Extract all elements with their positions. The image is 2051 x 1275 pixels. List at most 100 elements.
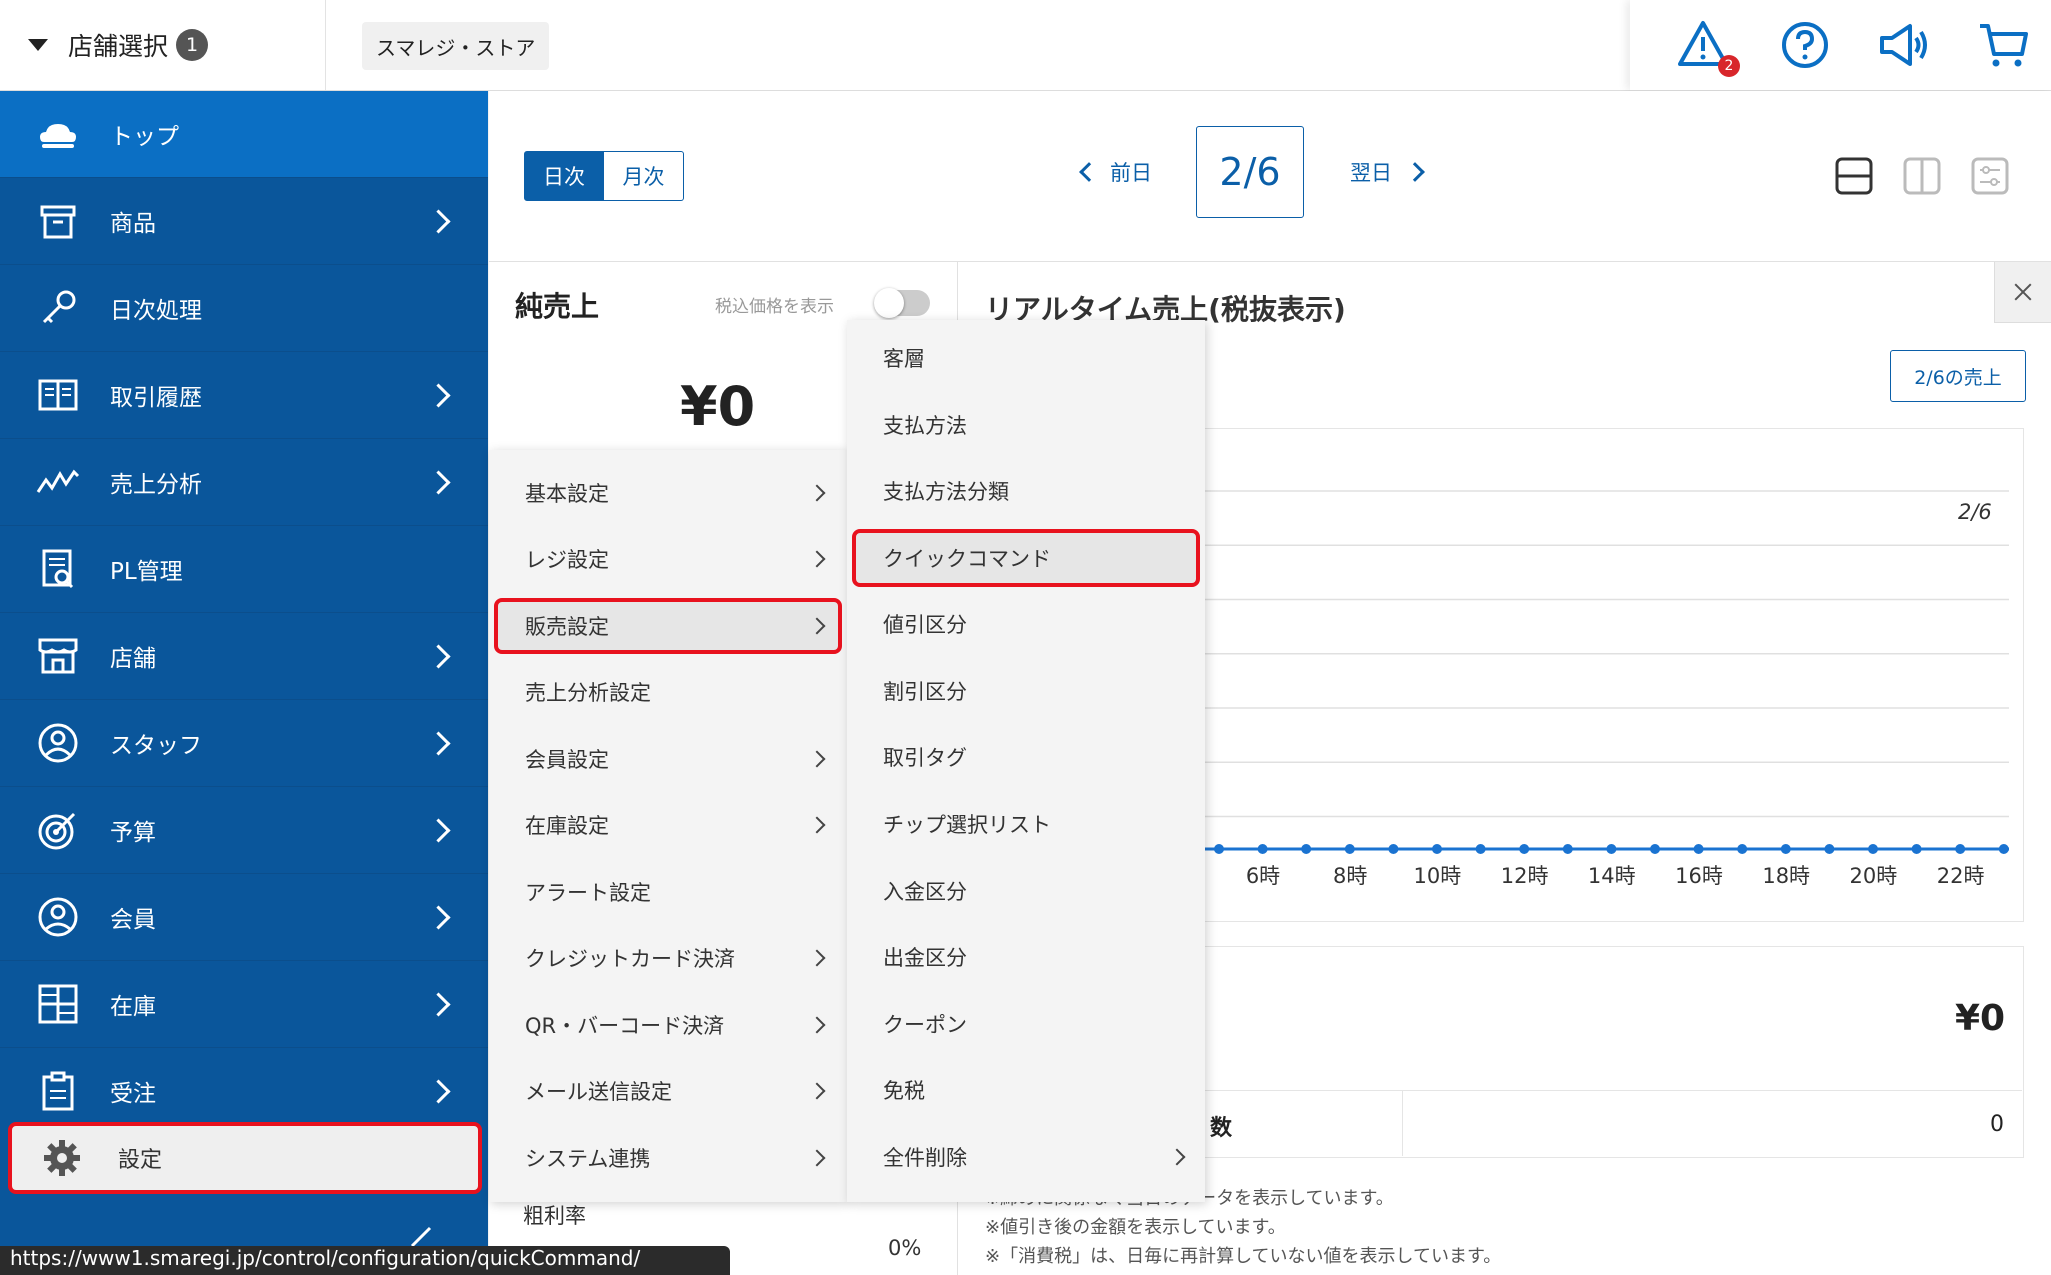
sidebar-item-label: 売上分析 bbox=[110, 472, 202, 498]
sidebar-item-products[interactable]: 商品 bbox=[0, 178, 488, 265]
sidebar-item-budget[interactable]: 予算 bbox=[0, 787, 488, 874]
menu-item-basic-settings[interactable]: 基本設定 bbox=[489, 460, 847, 526]
customize-icon[interactable] bbox=[1971, 157, 2009, 195]
submenu-item-tax-free[interactable]: 免税 bbox=[847, 1057, 1205, 1123]
sidebar-item-label: 店舗 bbox=[110, 646, 156, 672]
monthly-tab[interactable]: 月次 bbox=[604, 151, 684, 201]
layout-horizontal-icon[interactable] bbox=[1835, 157, 1873, 195]
chevron-right-icon bbox=[426, 904, 451, 930]
data-point bbox=[1998, 844, 2009, 854]
book-icon bbox=[38, 379, 78, 411]
submenu-item-quick-command[interactable]: クイックコマンド bbox=[847, 525, 1205, 591]
gear-icon bbox=[44, 1140, 80, 1176]
period-toggle: 日次 月次 bbox=[524, 151, 684, 201]
submenu-item-discount-type[interactable]: 値引区分 bbox=[847, 591, 1205, 657]
x-tick-label: 6時 bbox=[1246, 864, 1280, 888]
x-tick-label: 22時 bbox=[1937, 864, 1985, 888]
sidebar-item-settings[interactable]: 設定 bbox=[8, 1122, 482, 1194]
count-divider bbox=[1402, 1090, 1403, 1156]
menu-item-label: 在庫設定 bbox=[525, 814, 609, 838]
menu-item-label: 免税 bbox=[883, 1079, 925, 1103]
menu-item-label: 取引タグ bbox=[883, 746, 967, 770]
sidebar-item-pl[interactable]: PL管理 bbox=[0, 526, 488, 613]
toggle-knob bbox=[874, 288, 904, 318]
alert-count-badge: 2 bbox=[1718, 55, 1740, 77]
submenu-item-tip-list[interactable]: チップ選択リスト bbox=[847, 791, 1205, 857]
menu-item-label: 値引区分 bbox=[883, 613, 967, 637]
sidebar-item-label: 在庫 bbox=[110, 994, 156, 1020]
sidebar-item-label: 会員 bbox=[110, 907, 156, 933]
submenu-item-coupon[interactable]: クーポン bbox=[847, 991, 1205, 1057]
daily-sales-button[interactable]: 2/6の売上 bbox=[1890, 350, 2026, 402]
layout-vertical-icon[interactable] bbox=[1903, 157, 1941, 195]
help-icon[interactable] bbox=[1778, 18, 1832, 72]
sidebar-item-sales-analysis[interactable]: 売上分析 bbox=[0, 439, 488, 526]
menu-item-label: 割引区分 bbox=[883, 680, 967, 704]
cart-icon[interactable] bbox=[1976, 18, 2030, 72]
data-point bbox=[1432, 844, 1442, 854]
menu-item-sales-analysis-settings[interactable]: 売上分析設定 bbox=[489, 659, 847, 725]
store-count-badge: 1 bbox=[176, 29, 209, 61]
chevron-right-icon bbox=[808, 1016, 826, 1034]
submenu-item-markdown-type[interactable]: 割引区分 bbox=[847, 658, 1205, 724]
cloud-icon bbox=[40, 124, 76, 148]
menu-item-sales-settings[interactable]: 販売設定 bbox=[489, 593, 847, 659]
x-tick-label: 18時 bbox=[1762, 864, 1810, 888]
menu-item-credit-card[interactable]: クレジットカード決済 bbox=[489, 925, 847, 991]
data-point bbox=[1868, 844, 1878, 854]
sidebar-item-staff[interactable]: スタッフ bbox=[0, 700, 488, 787]
sidebar-item-stores[interactable]: 店舗 bbox=[0, 613, 488, 700]
submenu-item-delete-all[interactable]: 全件削除 bbox=[847, 1124, 1205, 1190]
menu-item-label: 支払方法 bbox=[883, 414, 967, 438]
sidebar-item-inventory[interactable]: 在庫 bbox=[0, 961, 488, 1048]
menu-item-alert-settings[interactable]: アラート設定 bbox=[489, 859, 847, 925]
sidebar-item-transactions[interactable]: 取引履歴 bbox=[0, 352, 488, 439]
submenu-item-payment-method[interactable]: 支払方法 bbox=[847, 392, 1205, 458]
sidebar-item-daily[interactable]: 日次処理 bbox=[0, 265, 488, 352]
x-tick-label: 14時 bbox=[1588, 864, 1636, 888]
current-date-button[interactable]: 2/6 bbox=[1196, 126, 1304, 218]
chevron-right-icon bbox=[426, 382, 451, 408]
menu-item-label: クレジットカード決済 bbox=[525, 947, 735, 971]
sidebar-item-label: PL管理 bbox=[110, 559, 183, 585]
store-name-tag[interactable]: スマレジ・ストア bbox=[362, 22, 550, 70]
chevron-right-icon bbox=[426, 208, 451, 234]
menu-item-label: 出金区分 bbox=[883, 946, 967, 970]
data-point bbox=[1344, 844, 1355, 854]
chart-legend-label: 2/6 bbox=[1958, 500, 1992, 524]
submenu-item-payment-category[interactable]: 支払方法分類 bbox=[847, 458, 1205, 524]
submenu-item-deposit-type[interactable]: 入金区分 bbox=[847, 858, 1205, 924]
menu-item-register-settings[interactable]: レジ設定 bbox=[489, 526, 847, 592]
chevron-right-icon bbox=[808, 1082, 826, 1100]
prev-day-link[interactable]: 前日 bbox=[1079, 157, 1152, 187]
box-icon bbox=[40, 205, 76, 239]
chevron-right-icon bbox=[426, 1078, 451, 1104]
menu-item-mail-settings[interactable]: メール送信設定 bbox=[489, 1058, 847, 1124]
next-day-link[interactable]: 翌日 bbox=[1350, 157, 1425, 187]
submenu-item-customer-type[interactable]: 客層 bbox=[847, 325, 1205, 391]
chevron-right-icon bbox=[808, 750, 826, 768]
store-select-dropdown[interactable]: 店舗選択 1 bbox=[0, 0, 326, 90]
sidebar-item-top[interactable]: トップ bbox=[0, 91, 488, 178]
menu-item-label: クイックコマンド bbox=[883, 547, 1051, 571]
net-sales-value: ¥0 bbox=[680, 375, 756, 438]
menu-item-label: 全件削除 bbox=[883, 1146, 967, 1170]
chevron-right-icon bbox=[808, 617, 826, 635]
note-text: ※「消費税」は、日毎に再計算していない値を表示しています。 bbox=[985, 1246, 1502, 1267]
megaphone-icon[interactable] bbox=[1876, 18, 1930, 72]
chevron-right-icon bbox=[426, 817, 451, 843]
realtime-chart-svg: 6時 8時 10時 12時 14時 16時 18時 20時 22時 bbox=[1201, 490, 2009, 888]
menu-item-qr-payment[interactable]: QR・バーコード決済 bbox=[489, 992, 847, 1058]
data-point bbox=[1824, 844, 1835, 854]
close-button[interactable] bbox=[1994, 262, 2051, 323]
menu-item-member-settings[interactable]: 会員設定 bbox=[489, 726, 847, 792]
data-point bbox=[1301, 844, 1312, 854]
menu-item-inventory-settings[interactable]: 在庫設定 bbox=[489, 792, 847, 858]
tax-toggle-switch[interactable] bbox=[874, 288, 930, 318]
daily-tab[interactable]: 日次 bbox=[524, 151, 604, 201]
submenu-item-withdrawal-type[interactable]: 出金区分 bbox=[847, 924, 1205, 990]
gross-margin-value: 0% bbox=[888, 1236, 922, 1260]
submenu-item-transaction-tag[interactable]: 取引タグ bbox=[847, 724, 1205, 790]
sidebar-item-members[interactable]: 会員 bbox=[0, 874, 488, 961]
menu-item-system-integration[interactable]: システム連携 bbox=[489, 1125, 847, 1191]
